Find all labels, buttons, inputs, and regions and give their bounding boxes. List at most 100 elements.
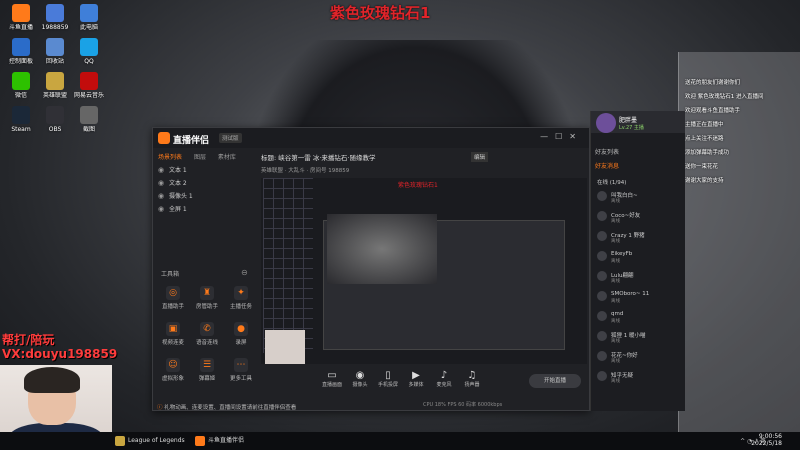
tab-friends[interactable]: 好友列表 (595, 147, 619, 156)
clock[interactable]: 9:00:56 2022/5/18 (751, 433, 782, 447)
overlay-chat: 送花的朋友们谢谢你们 欢迎 紫色玫瑰钻石1 进入直播间 欢迎观看斗鱼直播助手 主播正在… (678, 52, 800, 437)
list-item[interactable]: 叫我白白~ 离线 (597, 189, 683, 207)
friend-status: 离线 (611, 239, 620, 244)
tool-button[interactable]: ☺ 虚拟形象 (157, 358, 189, 382)
desktop-icon-label: 网易云音乐 (73, 92, 104, 99)
desktop-icon[interactable]: 网易云音乐 (72, 72, 106, 106)
control-button[interactable]: ♪ 麦克风 (429, 370, 459, 388)
scene-item[interactable]: ◉ 文本 1 (157, 164, 257, 177)
eye-icon[interactable]: ◉ (158, 190, 164, 203)
overlay-chat-message: 谢谢大家的支持 (685, 178, 724, 184)
tool-button[interactable]: ◎ 直播助手 (157, 286, 189, 310)
list-item[interactable]: EikeyFb 离线 (597, 249, 683, 267)
overlay-chat-message: 送花的朋友们谢谢你们 (685, 80, 741, 86)
friend-status: 离线 (611, 219, 620, 224)
tab-messages[interactable]: 好友消息 (595, 161, 619, 170)
desktop-icon[interactable]: Steam (4, 106, 38, 140)
tool-button[interactable]: ♜ 房管助手 (191, 286, 223, 310)
desktop-icon[interactable]: 微信 (4, 72, 38, 106)
voice-icon: ✆ (200, 322, 214, 336)
overlay-chat-message: 添加弹幕助手成功 (685, 150, 730, 156)
minimize-icon[interactable]: — (540, 132, 555, 141)
control-label: 摄像头 (352, 382, 368, 388)
recycle-icon (46, 38, 64, 56)
tool-button[interactable]: ▣ 视频连麦 (157, 322, 189, 346)
start-live-button[interactable]: 开始直播 (529, 374, 581, 388)
steam-icon (12, 106, 30, 124)
user-level: Lv.27 主播 (619, 125, 644, 131)
list-item[interactable]: qmd 离线 (597, 309, 683, 327)
list-item[interactable]: Coco~好友 离线 (597, 209, 683, 227)
list-item[interactable]: Crazy 1 野猪 离线 (597, 229, 683, 247)
friend-status: 离线 (611, 319, 620, 324)
list-item[interactable]: 知乎无疑 离线 (597, 369, 683, 387)
eye-icon[interactable]: ◉ (158, 164, 164, 177)
desktop-icon[interactable]: 此电脑 (72, 4, 106, 38)
stream-preview[interactable]: 紫色玫瑰钻石1 (261, 178, 587, 364)
scene-item[interactable]: ◉ 摄像头 1 (157, 190, 257, 203)
avatar[interactable] (596, 113, 616, 133)
desktop-icon-label: 斗鱼直播 (8, 24, 33, 31)
tool-button[interactable]: ● 录屏 (225, 322, 257, 346)
tab-scenes[interactable]: 场景列表 (158, 154, 182, 161)
tab-materials[interactable]: 素材库 (218, 154, 236, 161)
maximize-icon[interactable]: ☐ (555, 132, 569, 141)
control-label: 多媒体 (408, 382, 424, 388)
edit-title-button[interactable]: 编辑 (471, 152, 489, 162)
avatar (597, 191, 607, 201)
desktop-icon[interactable]: 控制面板 (4, 38, 38, 72)
control-button[interactable]: ♫ 扬声器 (457, 370, 487, 388)
friend-status: 离线 (611, 279, 620, 284)
eye-icon[interactable]: ◉ (158, 177, 164, 190)
tool-label: 更多工具 (229, 376, 252, 382)
app-titlebar[interactable]: 直播伴侣 测试版 —☐✕ (153, 128, 589, 148)
preview-nested-scene (327, 214, 437, 284)
tools-settings-icon[interactable]: ⊖ (241, 268, 248, 277)
scene-item[interactable]: ◉ 文本 2 (157, 177, 257, 190)
clock-time: 9:00:56 (758, 433, 782, 440)
desktop-icon[interactable]: 截图 (72, 106, 106, 140)
desktop-icon-label: 回收站 (45, 58, 64, 65)
desktop-icon[interactable]: QQ (72, 38, 106, 72)
list-item[interactable]: 狐狸 1 暖小喵 离线 (597, 329, 683, 347)
user-name: 肥胖墨 (619, 117, 638, 124)
list-item[interactable]: Lulu翩翩 离线 (597, 269, 683, 287)
tool-button[interactable]: ✦ 主播任务 (225, 286, 257, 310)
camera-icon: ◉ (355, 370, 365, 381)
control-button[interactable]: ▶ 多媒体 (401, 370, 431, 388)
friend-name: qmd (611, 311, 624, 317)
window-controls[interactable]: —☐✕ (540, 132, 583, 141)
desktop-icon[interactable]: 英雄联盟 (38, 72, 72, 106)
chevron-up-icon[interactable]: ^ (740, 438, 745, 445)
control-button[interactable]: ◉ 摄像头 (345, 370, 375, 388)
app-logo-icon (158, 132, 170, 144)
friend-status: 离线 (611, 199, 620, 204)
tool-button[interactable]: ⋯ 更多工具 (225, 358, 257, 382)
eye-icon[interactable]: ◉ (158, 203, 164, 216)
desktop-icon[interactable]: 1988859 (38, 4, 72, 38)
app-version-badge: 测试版 (219, 133, 242, 143)
desktop-icon[interactable]: 斗鱼直播 (4, 4, 38, 38)
control-button[interactable]: ▯ 手机投屏 (373, 370, 403, 388)
list-item[interactable]: SMOboro~ 11 离线 (597, 289, 683, 307)
control-button[interactable]: ▭ 直播画面 (317, 370, 347, 388)
desktop-icon[interactable]: 回收站 (38, 38, 72, 72)
taskbar-item-label: League of Legends (128, 437, 185, 444)
desktop-icon-label: 1988859 (41, 24, 69, 31)
assistant-icon: ◎ (166, 286, 180, 300)
taskbar-item[interactable]: 斗鱼直播伴侣 (192, 434, 248, 448)
desktop-icon-label: Steam (11, 126, 31, 133)
avatar-icon: ☺ (166, 358, 180, 372)
computer-icon (80, 4, 98, 22)
tool-button[interactable]: ✆ 语音连线 (191, 322, 223, 346)
close-icon[interactable]: ✕ (569, 132, 583, 141)
tool-button[interactable]: ☰ 弹幕姬 (191, 358, 223, 382)
taskbar-item[interactable]: League of Legends (112, 434, 189, 448)
scene-item[interactable]: ◉ 全屏 1 (157, 203, 257, 216)
scene-list: ◉ 文本 1 ◉ 文本 2 ◉ 摄像头 1 ◉ 全屏 1 (157, 164, 257, 216)
tab-layers[interactable]: 图层 (194, 154, 206, 161)
list-item[interactable]: 花花~你好 离线 (597, 349, 683, 367)
ad-overlay: 帮打/陪玩 VX:douyu198859 (2, 333, 117, 361)
desktop-icon[interactable]: OBS (38, 106, 72, 140)
avatar (597, 231, 607, 241)
